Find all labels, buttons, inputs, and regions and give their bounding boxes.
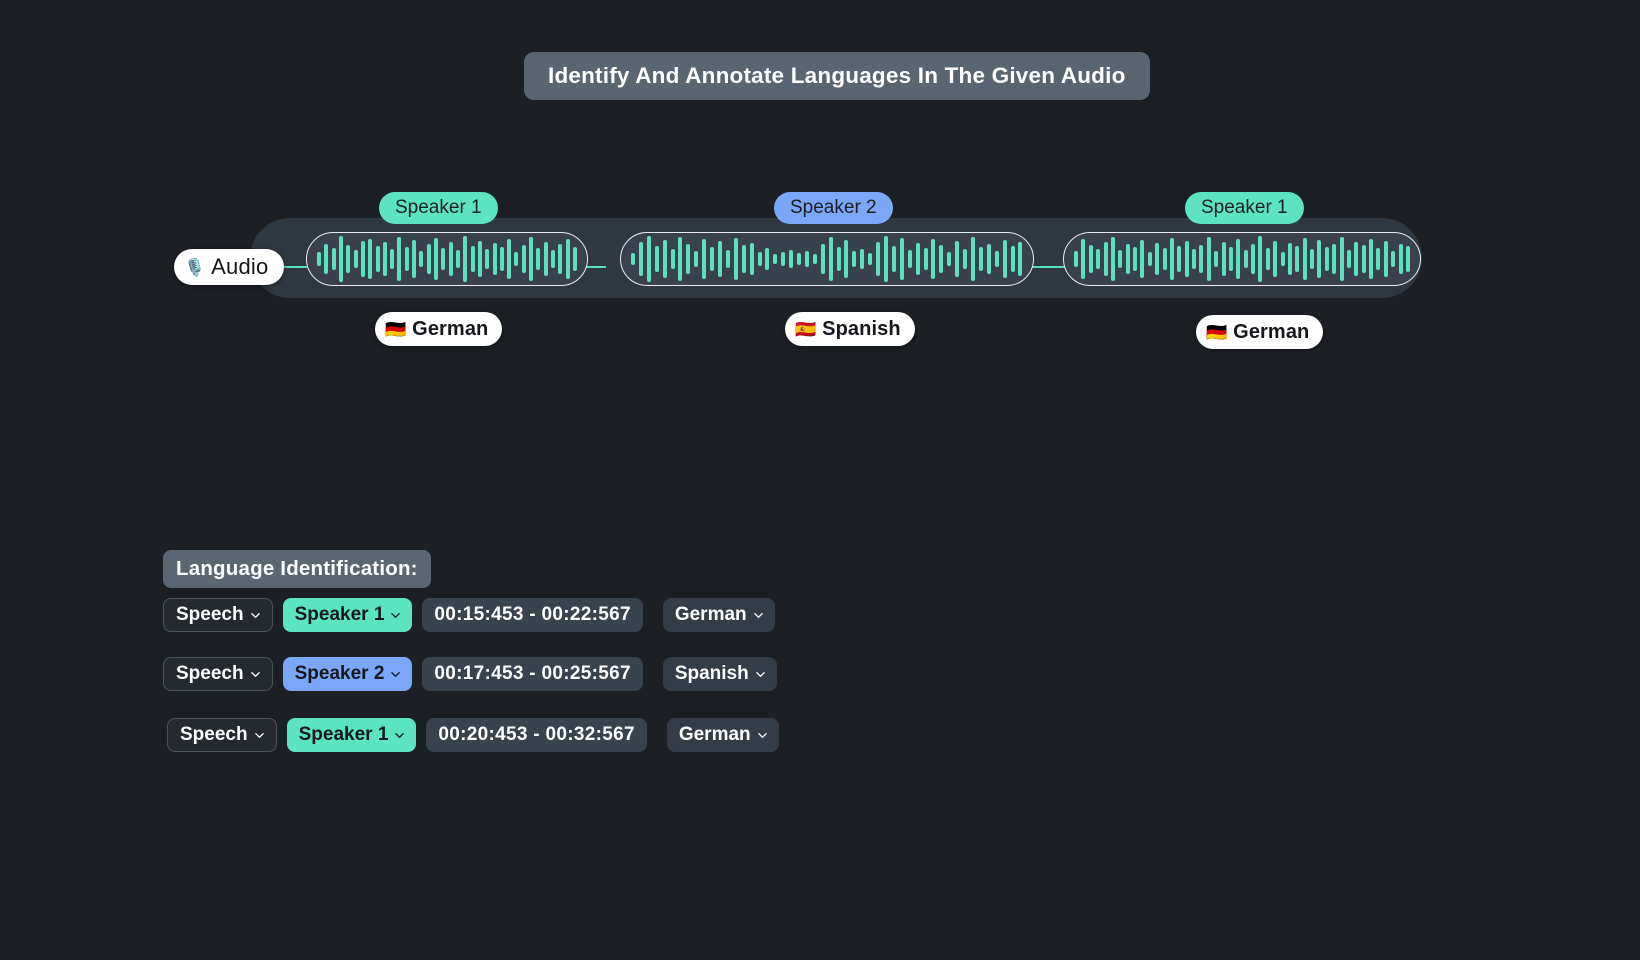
annotation-row: Speech Speaker 2 00:17:453 - 00:25:567 Span… (163, 657, 777, 691)
chevron-down-icon (755, 670, 765, 679)
annotation-language-label: German (678, 724, 751, 745)
language-label-3: German (1233, 320, 1310, 343)
chevron-down-icon (254, 731, 264, 740)
language-pill-1[interactable]: 🇩🇪 German (375, 312, 503, 346)
annotation-type-dropdown[interactable]: Speech (167, 718, 277, 752)
flag-icon-es: 🇪🇸 (795, 319, 817, 339)
waveform-2 (621, 233, 1033, 285)
annotation-type-label: Speech (180, 724, 248, 745)
speaker-badge-3[interactable]: Speaker 1 (1185, 192, 1304, 224)
audio-segment-3[interactable] (1063, 232, 1421, 286)
annotation-language-label: Spanish (674, 663, 749, 684)
annotation-type-dropdown[interactable]: Speech (163, 598, 273, 632)
chevron-down-icon (753, 611, 763, 620)
annotation-speaker-label: Speaker 2 (294, 663, 385, 684)
annotation-speaker-dropdown[interactable]: Speaker 1 (282, 598, 413, 632)
annotation-timerange[interactable]: 00:17:453 - 00:25:567 (422, 657, 643, 691)
flag-icon-de-2: 🇩🇪 (1206, 322, 1228, 342)
audio-segment-2[interactable] (620, 232, 1034, 286)
annotation-speaker-label: Speaker 1 (298, 724, 389, 745)
annotation-timerange[interactable]: 00:20:453 - 00:32:567 (426, 718, 647, 752)
audio-source-pill[interactable]: 🎙️ Audio (174, 249, 285, 285)
chevron-down-icon (395, 731, 405, 740)
waveform-3 (1064, 233, 1420, 285)
audio-segment-1[interactable] (306, 232, 588, 286)
chevron-down-icon (391, 670, 401, 679)
language-label-1: German (412, 317, 489, 340)
flag-icon-de: 🇩🇪 (385, 319, 407, 339)
annotation-row: Speech Speaker 1 00:20:453 - 00:32:567 Germ… (167, 718, 779, 752)
annotation-type-label: Speech (176, 604, 244, 625)
chevron-down-icon (757, 731, 767, 740)
annotation-speaker-label: Speaker 1 (294, 604, 385, 625)
microphone-icon: 🎙️ (184, 257, 206, 277)
audio-label: Audio (211, 254, 269, 279)
app-canvas: Identify And Annotate Languages In The G… (0, 0, 1640, 960)
annotation-language-dropdown[interactable]: German (662, 598, 775, 632)
language-pill-3[interactable]: 🇩🇪 German (1196, 315, 1324, 349)
speaker-badge-1[interactable]: Speaker 1 (379, 192, 498, 224)
annotation-language-label: German (674, 604, 747, 625)
annotation-language-dropdown[interactable]: German (666, 718, 779, 752)
annotation-row: Speech Speaker 1 00:15:453 - 00:22:567 Germ… (163, 598, 775, 632)
chevron-down-icon (391, 611, 401, 620)
annotation-speaker-dropdown[interactable]: Speaker 1 (286, 718, 417, 752)
waveform-1 (307, 233, 587, 285)
annotation-type-label: Speech (176, 663, 244, 684)
language-label-2: Spanish (822, 317, 901, 340)
chevron-down-icon (250, 611, 260, 620)
annotation-type-dropdown[interactable]: Speech (163, 657, 273, 691)
language-pill-2[interactable]: 🇪🇸 Spanish (785, 312, 915, 346)
annotation-timerange[interactable]: 00:15:453 - 00:22:567 (422, 598, 643, 632)
annotation-speaker-dropdown[interactable]: Speaker 2 (282, 657, 413, 691)
section-heading-language-identification: Language Identification: (163, 550, 431, 588)
speaker-badge-2[interactable]: Speaker 2 (774, 192, 893, 224)
chevron-down-icon (250, 670, 260, 679)
page-title: Identify And Annotate Languages In The G… (524, 52, 1150, 100)
annotation-language-dropdown[interactable]: Spanish (662, 657, 777, 691)
